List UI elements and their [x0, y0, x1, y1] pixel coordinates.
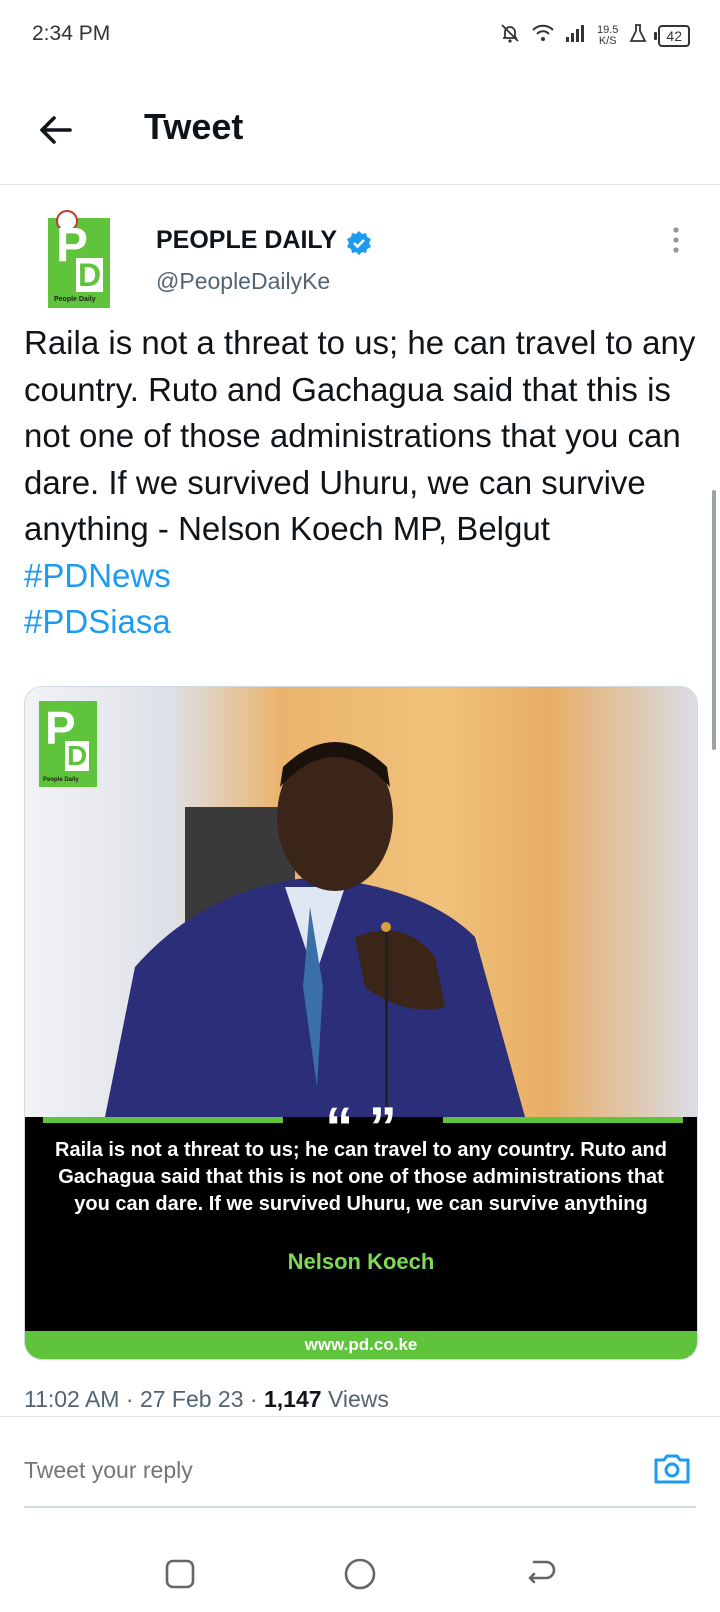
tweet-meta: 11:02 AM · 27 Feb 23 · 1,147 Views — [24, 1386, 389, 1412]
circle-icon — [344, 1558, 376, 1590]
views-label[interactable]: Views — [328, 1386, 389, 1412]
arrow-left-icon — [40, 116, 72, 144]
reply-input[interactable] — [24, 1450, 584, 1490]
scrollbar[interactable] — [712, 490, 716, 750]
tweet-date: 27 Feb 23 — [139, 1386, 244, 1412]
back-nav-button[interactable] — [520, 1554, 560, 1594]
status-bar: 2:34 PM 19.5 K/S 42 — [0, 0, 720, 72]
top-app-bar: Tweet — [0, 86, 720, 185]
verified-badge-icon — [346, 230, 372, 261]
back-icon — [528, 1560, 556, 1584]
hashtag-link[interactable]: #PDSiasa — [24, 603, 171, 640]
media-site-url: www.pd.co.ke — [25, 1331, 697, 1359]
system-nav-bar — [0, 1540, 720, 1612]
divider — [24, 1506, 696, 1508]
back-button[interactable] — [36, 110, 76, 150]
battery-icon: 42 — [654, 24, 690, 47]
network-speed: 19.5 K/S — [597, 23, 619, 47]
author-name[interactable]: PEOPLE DAILY — [156, 226, 337, 255]
square-icon — [165, 1559, 195, 1589]
mute-icon — [499, 22, 521, 49]
media-logo: P D People Daily — [39, 701, 97, 787]
media-photo: P D People Daily — [25, 687, 697, 1117]
status-icons: 19.5 K/S 42 — [499, 22, 690, 49]
media-quote-text: Raila is not a threat to us; he can trav… — [55, 1139, 667, 1215]
camera-icon — [654, 1454, 690, 1484]
media-quote-author: Nelson Koech — [287, 1249, 435, 1274]
author-handle[interactable]: @PeopleDailyKe — [156, 268, 330, 295]
hashtag-link[interactable]: #PDNews — [24, 557, 171, 594]
flask-icon — [628, 23, 648, 48]
camera-button[interactable] — [652, 1448, 692, 1488]
tweet-text: Raila is not a threat to us; he can trav… — [24, 320, 704, 646]
tweet-media-image[interactable]: P D People Daily “ ” Raila is not a thre… — [24, 686, 698, 1360]
status-time: 2:34 PM — [32, 22, 111, 45]
person-photo — [105, 742, 525, 1117]
tweet-time: 11:02 AM — [24, 1386, 120, 1412]
divider — [0, 1416, 720, 1417]
more-vertical-icon — [673, 227, 679, 253]
recents-button[interactable] — [160, 1554, 200, 1594]
tweet-body: Raila is not a threat to us; he can trav… — [24, 324, 696, 547]
views-count[interactable]: 1,147 — [264, 1386, 322, 1412]
quote-panel: “ ” Raila is not a threat to us; he can … — [25, 1099, 697, 1331]
avatar[interactable]: P D People Daily — [48, 210, 110, 308]
signal-icon — [565, 23, 587, 48]
more-options-button[interactable] — [664, 224, 688, 256]
wifi-icon — [531, 23, 555, 48]
page-title: Tweet — [144, 106, 244, 147]
home-button[interactable] — [340, 1554, 380, 1594]
